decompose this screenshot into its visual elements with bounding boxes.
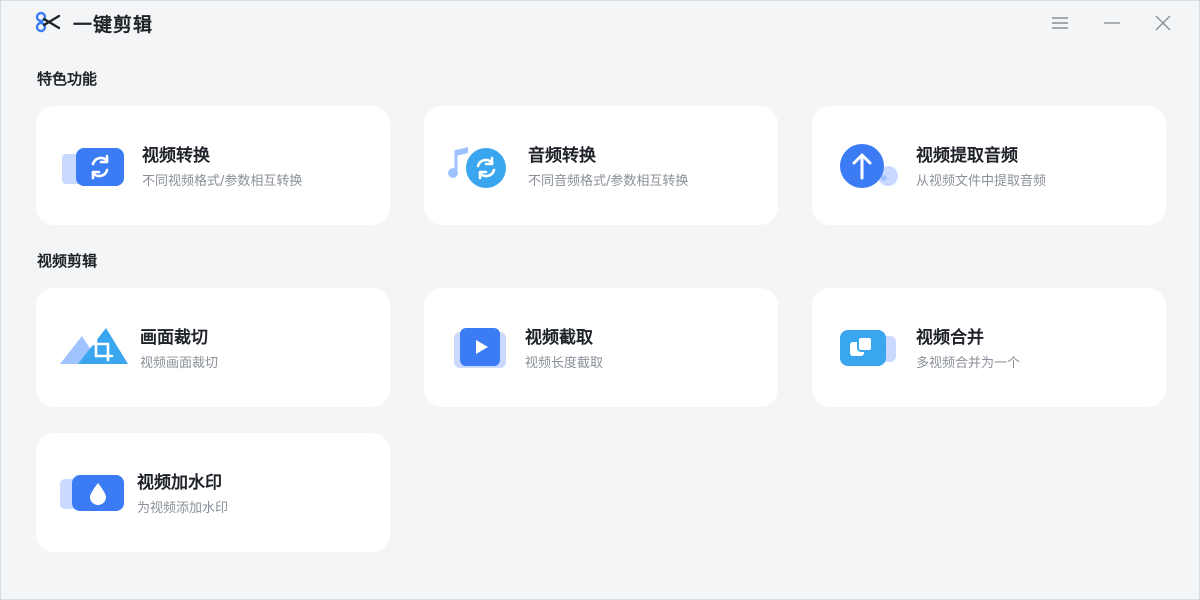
card-description: 视频长度截取 <box>525 356 604 371</box>
card-title: 视频加水印 <box>137 473 222 493</box>
extract-audio-icon <box>840 144 898 188</box>
card-description: 视频画面裁切 <box>140 356 219 371</box>
minimize-icon <box>1104 22 1120 24</box>
card-audio-convert[interactable]: 音频转换 不同音频格式/参数相互转换 <box>424 106 778 225</box>
card-extract-audio[interactable]: 视频提取音频 从视频文件中提取音频 <box>812 106 1166 225</box>
close-button[interactable] <box>1147 9 1179 37</box>
hamburger-menu-icon <box>1052 17 1068 29</box>
close-icon <box>1155 15 1171 31</box>
section-title-features: 特色功能 <box>37 70 98 88</box>
card-description: 不同音频格式/参数相互转换 <box>528 174 689 189</box>
scissors-logo-icon <box>35 11 61 33</box>
video-convert-icon <box>62 148 124 186</box>
card-description: 从视频文件中提取音频 <box>916 174 1047 189</box>
card-title: 视频转换 <box>142 146 210 166</box>
card-video-trim[interactable]: 视频截取 视频长度截取 <box>424 288 778 407</box>
video-merge-icon <box>840 330 896 366</box>
minimize-button[interactable] <box>1096 9 1128 37</box>
card-title: 视频截取 <box>525 328 593 348</box>
menu-button[interactable] <box>1044 9 1076 37</box>
card-watermark[interactable]: 视频加水印 为视频添加水印 <box>36 433 390 552</box>
app-title: 一键剪辑 <box>73 14 154 36</box>
card-crop[interactable]: 画面裁切 视频画面裁切 <box>36 288 390 407</box>
audio-convert-icon <box>448 147 506 188</box>
watermark-icon <box>60 475 124 511</box>
title-bar: 一键剪辑 <box>1 1 1200 45</box>
app-window: 一键剪辑 特色功能 视频转换 不同视频格式/参数相互转换 音频转换 不同音频格式… <box>0 0 1200 600</box>
video-trim-icon <box>454 328 506 368</box>
card-video-convert[interactable]: 视频转换 不同视频格式/参数相互转换 <box>36 106 390 225</box>
card-title: 音频转换 <box>528 146 596 166</box>
section-title-video-edit: 视频剪辑 <box>37 252 98 270</box>
card-title: 画面裁切 <box>140 328 208 348</box>
card-title: 视频提取音频 <box>916 146 1018 166</box>
card-description: 不同视频格式/参数相互转换 <box>142 174 303 189</box>
crop-icon <box>60 328 128 364</box>
card-description: 多视频合并为一个 <box>916 356 1021 371</box>
card-description: 为视频添加水印 <box>137 501 229 516</box>
card-title: 视频合并 <box>916 328 984 348</box>
card-video-merge[interactable]: 视频合并 多视频合并为一个 <box>812 288 1166 407</box>
